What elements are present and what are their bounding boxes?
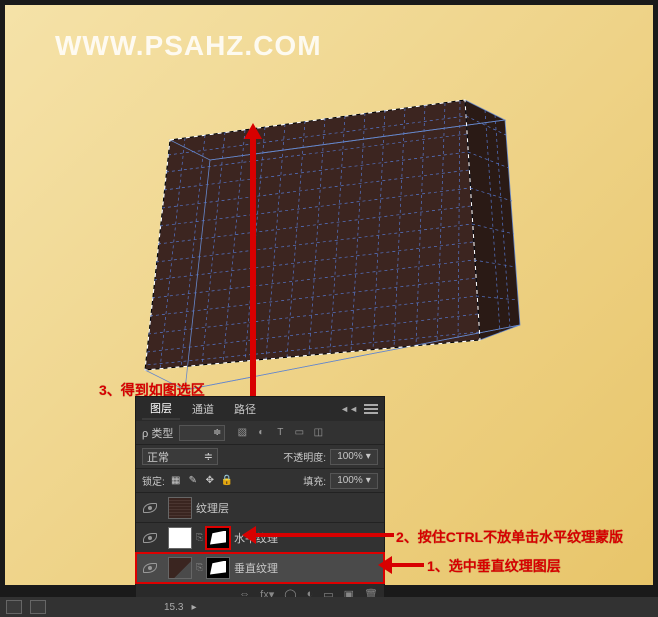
layer-name[interactable]: 垂直纹理 — [234, 560, 278, 576]
sb-icon-1[interactable] — [6, 600, 22, 614]
lock-position-icon[interactable]: ✥ — [203, 474, 217, 488]
opacity-value[interactable]: 100%▾ — [330, 449, 378, 465]
texture-3d-object[interactable] — [135, 80, 535, 410]
zoom-level[interactable]: 15.3 — [164, 602, 183, 613]
blend-mode-dropdown[interactable]: 正常≑ — [142, 448, 218, 465]
layer-thumbnail[interactable] — [168, 497, 192, 519]
status-bar: 15.3 ▸ — [0, 597, 658, 617]
layer-row-vertical[interactable]: ⎘ 垂直纹理 — [136, 553, 384, 583]
layer-row-texture[interactable]: 纹理层 — [136, 493, 384, 523]
layer-name[interactable]: 水平纹理 — [234, 530, 278, 546]
kind-label: ρ 类型 — [142, 425, 173, 441]
kind-dropdown[interactable]: ≑ — [179, 425, 225, 441]
fill-value[interactable]: 100%▾ — [330, 473, 378, 489]
layer-mask-thumbnail-vertical[interactable] — [206, 557, 230, 579]
annotation-arrow-1-head — [378, 556, 392, 574]
filter-adjust-icon[interactable]: ◐ — [254, 426, 268, 440]
eye-icon — [143, 533, 157, 543]
layer-thumbnail[interactable] — [168, 557, 192, 579]
link-icon: ⎘ — [196, 562, 206, 573]
visibility-toggle[interactable] — [136, 563, 164, 573]
annotation-text-2: 2、按住CTRL不放单击水平纹理蒙版 — [396, 527, 623, 547]
layer-thumbnail[interactable] — [168, 527, 192, 549]
link-icon: ⎘ — [196, 532, 206, 543]
lock-row: 锁定: ▦ ✎ ✥ 🔒 填充: 100%▾ — [136, 469, 384, 493]
blend-row: 正常≑ 不透明度: 100%▾ — [136, 445, 384, 469]
layer-mask-thumbnail-horizontal[interactable] — [206, 527, 230, 549]
visibility-toggle[interactable] — [136, 503, 164, 513]
tab-paths[interactable]: 路径 — [226, 399, 264, 419]
annotation-arrow-1 — [388, 563, 424, 567]
filter-smart-icon[interactable]: ◫ — [311, 426, 325, 440]
eye-icon — [143, 503, 157, 513]
filter-pixel-icon[interactable]: ▧ — [235, 426, 249, 440]
layer-name[interactable]: 纹理层 — [196, 500, 229, 516]
tab-layers[interactable]: 图层 — [142, 398, 180, 420]
zoom-arrow-icon[interactable]: ▸ — [191, 602, 196, 613]
lock-image-icon[interactable]: ✎ — [186, 474, 200, 488]
annotation-arrow-2-head — [242, 526, 256, 544]
sb-icon-2[interactable] — [30, 600, 46, 614]
layer-filter-row: ρ 类型 ≑ ▧ ◐ T ▭ ◫ — [136, 421, 384, 445]
opacity-label: 不透明度: — [283, 449, 326, 464]
visibility-toggle[interactable] — [136, 533, 164, 543]
annotation-arrow-3 — [250, 135, 256, 401]
layer-row-horizontal[interactable]: ⎘ 水平纹理 — [136, 523, 384, 553]
annotation-text-1: 1、选中垂直纹理图层 — [427, 556, 561, 576]
layers-panel[interactable]: 图层 通道 路径 ◄◄ ρ 类型 ≑ ▧ ◐ T ▭ ◫ 正常≑ 不透明度: 1… — [135, 396, 385, 606]
fill-label: 填充: — [303, 473, 326, 488]
perspective-texture-svg — [135, 80, 535, 410]
lock-transparent-icon[interactable]: ▦ — [169, 474, 183, 488]
annotation-arrow-3-head — [244, 123, 262, 139]
filter-type-icon[interactable]: T — [273, 426, 287, 440]
eye-icon — [143, 563, 157, 573]
watermark-text: WWW.PSAHZ.COM — [55, 30, 322, 62]
filter-shape-icon[interactable]: ▭ — [292, 426, 306, 440]
lock-label: 锁定: — [142, 473, 165, 488]
tab-channels[interactable]: 通道 — [184, 399, 222, 419]
lock-all-icon[interactable]: 🔒 — [220, 474, 234, 488]
panel-collapse-icon[interactable]: ◄◄ — [340, 404, 358, 414]
annotation-arrow-2 — [252, 533, 394, 537]
panel-menu-icon[interactable] — [364, 404, 378, 414]
panel-header: 图层 通道 路径 ◄◄ — [136, 397, 384, 421]
